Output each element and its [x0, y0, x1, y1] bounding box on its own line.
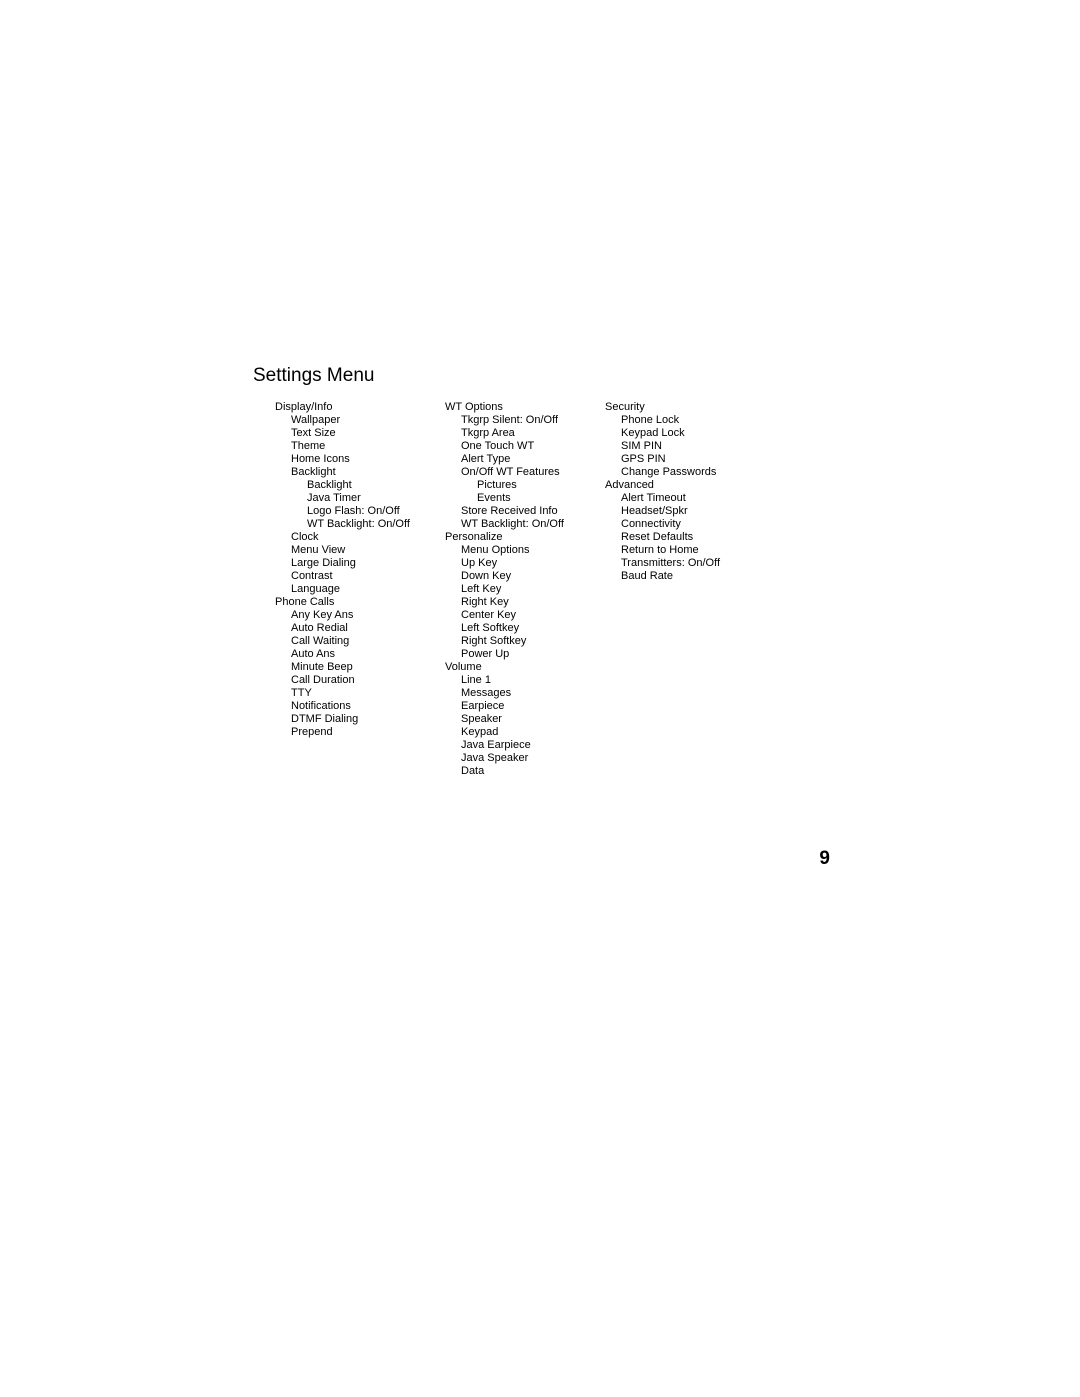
- menu-item: Notifications: [291, 700, 445, 713]
- menu-item: Security: [605, 401, 775, 414]
- menu-item: Auto Ans: [291, 648, 445, 661]
- menu-item: Baud Rate: [621, 570, 775, 583]
- menu-item: Speaker: [461, 713, 605, 726]
- content-area: Settings Menu Display/InfoWallpaperText …: [253, 365, 833, 778]
- menu-column-1: Display/InfoWallpaperText SizeThemeHome …: [275, 401, 445, 778]
- menu-item: Phone Calls: [275, 596, 445, 609]
- menu-item: Return to Home: [621, 544, 775, 557]
- menu-item: Language: [291, 583, 445, 596]
- menu-item: Headset/Spkr: [621, 505, 775, 518]
- menu-item: GPS PIN: [621, 453, 775, 466]
- menu-item: Left Key: [461, 583, 605, 596]
- menu-item: Line 1: [461, 674, 605, 687]
- menu-item: Phone Lock: [621, 414, 775, 427]
- menu-item: Store Received Info: [461, 505, 605, 518]
- menu-item: Theme: [291, 440, 445, 453]
- menu-item: Alert Timeout: [621, 492, 775, 505]
- menu-item: Prepend: [291, 726, 445, 739]
- menu-item: Keypad Lock: [621, 427, 775, 440]
- menu-item: Text Size: [291, 427, 445, 440]
- menu-item: Call Waiting: [291, 635, 445, 648]
- menu-item: Logo Flash: On/Off: [307, 505, 445, 518]
- menu-item: Java Speaker: [461, 752, 605, 765]
- menu-item: TTY: [291, 687, 445, 700]
- menu-item: Advanced: [605, 479, 775, 492]
- menu-item: SIM PIN: [621, 440, 775, 453]
- menu-item: Volume: [445, 661, 605, 674]
- menu-item: Change Passwords: [621, 466, 775, 479]
- menu-item: Connectivity: [621, 518, 775, 531]
- menu-item: Power Up: [461, 648, 605, 661]
- menu-item: Display/Info: [275, 401, 445, 414]
- menu-item: Data: [461, 765, 605, 778]
- menu-columns: Display/InfoWallpaperText SizeThemeHome …: [253, 401, 833, 778]
- menu-item: Down Key: [461, 570, 605, 583]
- menu-item: Up Key: [461, 557, 605, 570]
- menu-item: Right Softkey: [461, 635, 605, 648]
- menu-item: Messages: [461, 687, 605, 700]
- menu-column-3: SecurityPhone LockKeypad LockSIM PINGPS …: [605, 401, 775, 778]
- menu-item: Large Dialing: [291, 557, 445, 570]
- menu-item: Call Duration: [291, 674, 445, 687]
- menu-item: Clock: [291, 531, 445, 544]
- menu-item: On/Off WT Features: [461, 466, 605, 479]
- page-title: Settings Menu: [253, 365, 833, 387]
- menu-item: Menu View: [291, 544, 445, 557]
- menu-item: Keypad: [461, 726, 605, 739]
- menu-item: Transmitters: On/Off: [621, 557, 775, 570]
- menu-item: WT Options: [445, 401, 605, 414]
- menu-item: WT Backlight: On/Off: [307, 518, 445, 531]
- menu-item: Alert Type: [461, 453, 605, 466]
- menu-item: Right Key: [461, 596, 605, 609]
- menu-item: Backlight: [291, 466, 445, 479]
- menu-item: Java Timer: [307, 492, 445, 505]
- menu-item: Tkgrp Area: [461, 427, 605, 440]
- page-number: 9: [819, 848, 830, 870]
- menu-item: Personalize: [445, 531, 605, 544]
- document-page: Settings Menu Display/InfoWallpaperText …: [0, 0, 1080, 1397]
- menu-item: Minute Beep: [291, 661, 445, 674]
- menu-item: Center Key: [461, 609, 605, 622]
- menu-item: Backlight: [307, 479, 445, 492]
- menu-item: Events: [477, 492, 605, 505]
- menu-item: One Touch WT: [461, 440, 605, 453]
- menu-item: Any Key Ans: [291, 609, 445, 622]
- menu-item: Home Icons: [291, 453, 445, 466]
- menu-item: Pictures: [477, 479, 605, 492]
- menu-item: WT Backlight: On/Off: [461, 518, 605, 531]
- menu-item: Menu Options: [461, 544, 605, 557]
- menu-item: Tkgrp Silent: On/Off: [461, 414, 605, 427]
- menu-column-2: WT OptionsTkgrp Silent: On/OffTkgrp Area…: [445, 401, 605, 778]
- menu-item: Left Softkey: [461, 622, 605, 635]
- menu-item: Earpiece: [461, 700, 605, 713]
- menu-item: DTMF Dialing: [291, 713, 445, 726]
- menu-item: Contrast: [291, 570, 445, 583]
- menu-item: Reset Defaults: [621, 531, 775, 544]
- menu-item: Java Earpiece: [461, 739, 605, 752]
- menu-item: Wallpaper: [291, 414, 445, 427]
- menu-item: Auto Redial: [291, 622, 445, 635]
